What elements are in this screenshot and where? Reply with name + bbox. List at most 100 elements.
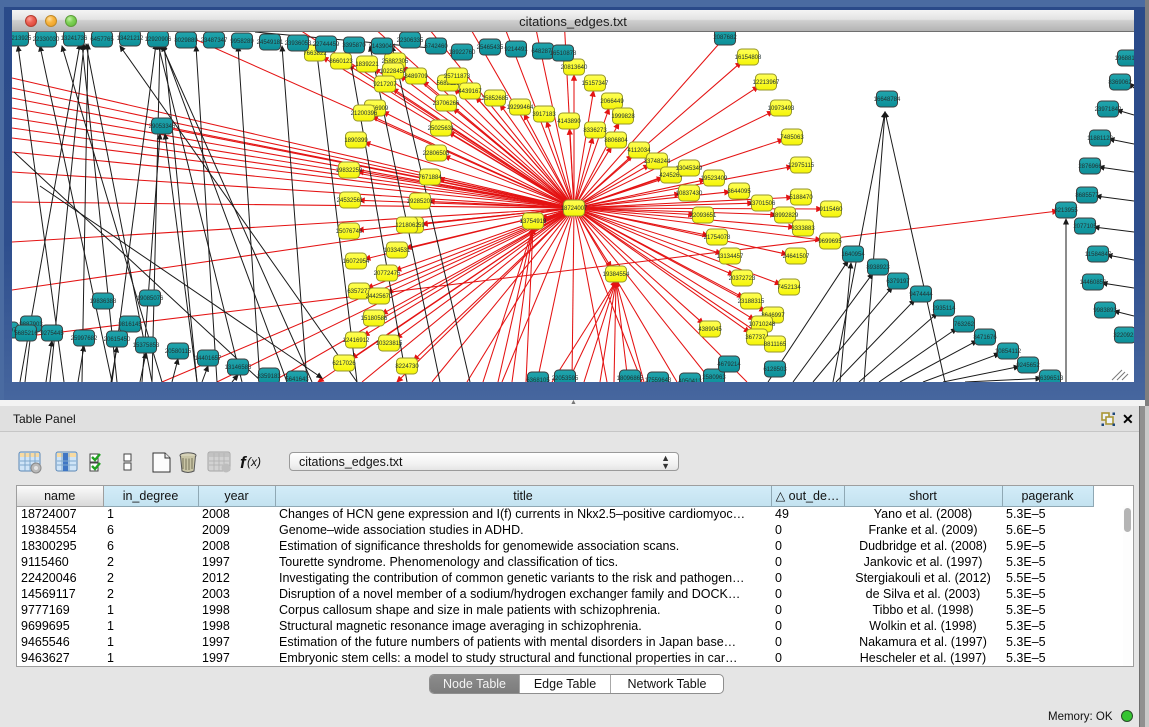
svg-text:14460856: 14460856 <box>1080 280 1107 286</box>
svg-text:16072954: 16072954 <box>343 259 370 265</box>
svg-text:22330030: 22330030 <box>33 37 60 43</box>
svg-text:21754078: 21754078 <box>704 235 731 241</box>
svg-text:1999828: 1999828 <box>611 114 635 120</box>
svg-text:24532561: 24532561 <box>337 198 364 204</box>
svg-text:5641643: 5641643 <box>285 377 309 382</box>
svg-text:25025631: 25025631 <box>428 126 455 132</box>
svg-text:8685577: 8685577 <box>1075 193 1099 199</box>
svg-text:3395870: 3395870 <box>342 43 366 49</box>
svg-text:20813640: 20813640 <box>561 65 588 71</box>
svg-text:10323815: 10323815 <box>376 341 403 347</box>
svg-text:4112034: 4112034 <box>628 148 652 154</box>
svg-text:3220921: 3220921 <box>1113 333 1134 339</box>
svg-text:2935114: 2935114 <box>933 306 957 312</box>
svg-text:22306335: 22306335 <box>397 38 424 44</box>
svg-text:25711873: 25711873 <box>444 74 471 80</box>
svg-text:7485063: 7485063 <box>780 135 804 141</box>
svg-text:2876966: 2876966 <box>1078 164 1102 170</box>
svg-text:10973493: 10973493 <box>768 106 795 112</box>
svg-text:4389045: 4389045 <box>698 327 722 333</box>
svg-text:16213925: 16213925 <box>12 36 32 42</box>
svg-text:25465435: 25465435 <box>477 45 504 51</box>
svg-text:2087682: 2087682 <box>713 35 737 41</box>
svg-text:15375853: 15375853 <box>133 343 160 349</box>
svg-text:17559643: 17559643 <box>645 378 672 382</box>
svg-text:9816145: 9816145 <box>118 322 142 328</box>
svg-text:8811165: 8811165 <box>764 342 787 348</box>
svg-text:24425670: 24425670 <box>366 294 393 300</box>
svg-text:15076749: 15076749 <box>336 229 363 235</box>
svg-text:23971842: 23971842 <box>1095 107 1122 113</box>
svg-text:12213967: 12213967 <box>753 80 780 86</box>
svg-text:7671884: 7671884 <box>418 175 442 181</box>
svg-text:6368105: 6368105 <box>526 378 550 382</box>
svg-text:24641507: 24641507 <box>783 254 810 260</box>
svg-text:19384554: 19384554 <box>603 272 630 278</box>
svg-text:1839221: 1839221 <box>355 62 379 68</box>
svg-text:19832259: 19832259 <box>336 168 363 174</box>
svg-text:12416912: 12416912 <box>343 338 370 344</box>
svg-text:1218062: 1218062 <box>395 223 419 229</box>
svg-text:6379197: 6379197 <box>886 279 910 285</box>
svg-text:4143890: 4143890 <box>557 119 581 125</box>
svg-text:8369062: 8369062 <box>1108 80 1132 86</box>
svg-text:6742460: 6742460 <box>424 44 448 50</box>
svg-text:5685216: 5685216 <box>14 331 38 337</box>
svg-text:13701506: 13701506 <box>749 201 776 207</box>
svg-text:4050413: 4050413 <box>678 379 702 382</box>
svg-text:16154808: 16154808 <box>735 55 762 61</box>
svg-text:16648784: 16648784 <box>874 97 901 103</box>
svg-text:10334531: 10334531 <box>384 248 411 254</box>
svg-text:763262: 763262 <box>954 322 975 328</box>
svg-text:23936053: 23936053 <box>285 41 312 47</box>
svg-text:13754919: 13754919 <box>520 219 547 225</box>
svg-text:15157347: 15157347 <box>582 81 609 87</box>
svg-text:2066449: 2066449 <box>600 99 624 105</box>
svg-text:8806804: 8806804 <box>604 138 628 144</box>
svg-text:19523409: 19523409 <box>701 176 728 182</box>
svg-text:22806503: 22806503 <box>423 151 450 157</box>
svg-text:9217207: 9217207 <box>373 82 397 88</box>
svg-text:2077105: 2077105 <box>1073 224 1097 230</box>
svg-text:18992829: 18992829 <box>772 213 799 219</box>
svg-text:20372723: 20372723 <box>729 276 756 282</box>
svg-text:9983893: 9983893 <box>1093 308 1117 314</box>
svg-text:12920906: 12920906 <box>145 37 172 43</box>
svg-text:13241736: 13241736 <box>61 36 88 42</box>
svg-text:25852685: 25852685 <box>482 96 509 102</box>
svg-text:8029889: 8029889 <box>174 38 198 44</box>
svg-text:9958289: 9958289 <box>230 39 254 45</box>
svg-text:19285201: 19285201 <box>407 199 434 205</box>
svg-text:6128503: 6128503 <box>763 367 787 373</box>
svg-text:2580963: 2580963 <box>702 375 726 381</box>
svg-text:10710248: 10710248 <box>749 322 776 328</box>
svg-text:4679214: 4679214 <box>717 362 741 368</box>
svg-text:11881122: 11881122 <box>1087 136 1113 142</box>
svg-text:5188470: 5188470 <box>789 195 813 201</box>
svg-text:25997682: 25997682 <box>71 336 98 342</box>
svg-text:23706266: 23706266 <box>433 101 460 107</box>
svg-text:8336273: 8336273 <box>583 128 607 134</box>
svg-text:9474444: 9474444 <box>909 292 933 298</box>
svg-text:29053346: 29053346 <box>149 124 176 130</box>
svg-text:13748244: 13748244 <box>644 159 671 165</box>
svg-text:9245652: 9245652 <box>1016 363 1040 369</box>
svg-text:22744459: 22744459 <box>313 42 340 48</box>
svg-text:7452134: 7452134 <box>777 285 801 291</box>
svg-text:23188315: 23188315 <box>738 299 765 305</box>
svg-text:9115460: 9115460 <box>820 207 844 213</box>
svg-text:18096865: 18096865 <box>617 376 644 382</box>
svg-text:1890399: 1890399 <box>344 138 368 144</box>
svg-text:16510878: 16510878 <box>550 51 577 57</box>
svg-text:22053595: 22053595 <box>552 376 579 382</box>
svg-text:3917183: 3917183 <box>532 112 556 118</box>
svg-text:16396513: 16396513 <box>1037 376 1064 382</box>
svg-text:21439044: 21439044 <box>369 44 396 50</box>
svg-text:(x): (x) <box>247 455 261 469</box>
svg-text:13421212: 13421212 <box>117 36 144 42</box>
svg-text:19688132: 19688132 <box>1115 56 1134 62</box>
svg-text:18922760: 18922760 <box>449 50 476 56</box>
svg-text:19085076: 19085076 <box>137 296 164 302</box>
svg-text:3644095: 3644095 <box>727 189 751 195</box>
svg-text:11584847: 11584847 <box>1085 252 1112 258</box>
